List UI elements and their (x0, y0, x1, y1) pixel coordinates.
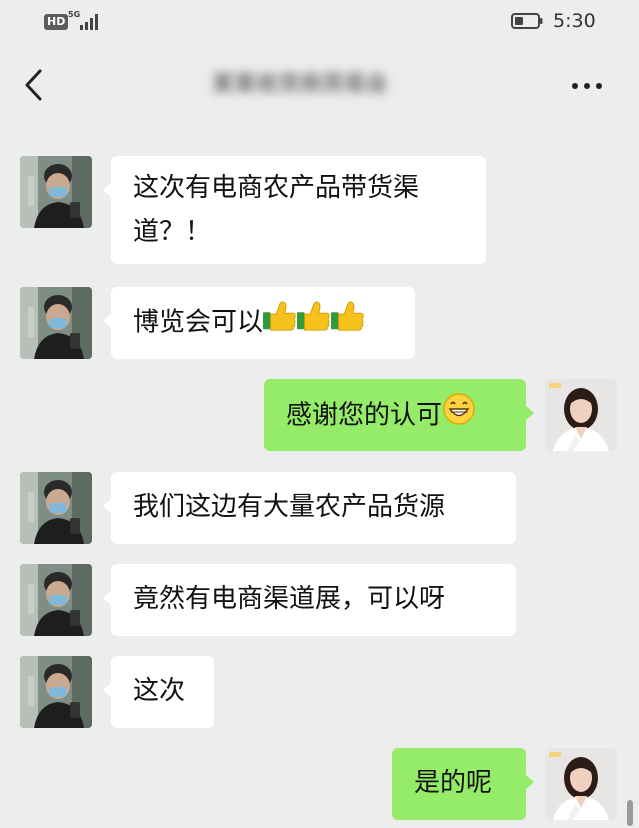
chat-header: 某某收货商贸易会 (0, 44, 639, 124)
message-bubble[interactable]: 这次 (103, 656, 214, 728)
message-bubble[interactable]: 是的呢 (392, 748, 534, 820)
clock: 5:30 (553, 10, 596, 32)
message-text: 是的呢 (414, 768, 493, 798)
my-avatar[interactable] (545, 748, 617, 820)
back-arrow-icon[interactable] (22, 68, 46, 102)
message-text: 道？！ (133, 217, 212, 247)
thumbs-up-icon (262, 300, 297, 346)
contact-avatar[interactable] (20, 656, 92, 728)
more-options-icon[interactable] (570, 80, 604, 92)
thumbs-up-icon (296, 300, 331, 346)
network-type: 5G (68, 10, 81, 19)
message-bubble[interactable]: 博览会可以 (103, 287, 415, 359)
message-bubble[interactable]: 感谢您的认可 (264, 379, 534, 451)
message-text: 我们这边有大量农产品货源 (133, 492, 446, 522)
status-bar: HD 5G 5:30 (0, 0, 639, 44)
contact-avatar[interactable] (20, 472, 92, 544)
thumbs-up-icon (330, 300, 365, 346)
message-text: 博览会可以 (133, 307, 264, 338)
message-bubble[interactable]: 我们这边有大量农产品货源 (103, 472, 516, 544)
contact-avatar[interactable] (20, 564, 92, 636)
message-text: 竟然有电商渠道展，可以呀 (133, 584, 446, 614)
battery-icon (511, 13, 543, 29)
grin-icon (442, 392, 476, 440)
message-bubble[interactable]: 竟然有电商渠道展，可以呀 (103, 564, 516, 636)
chat-title: 某某收货商贸易会 (212, 72, 389, 97)
hd-badge: HD (44, 14, 69, 30)
scrollbar[interactable] (627, 800, 633, 826)
contact-avatar[interactable] (20, 287, 92, 359)
message-text: 这次 (133, 676, 186, 706)
my-avatar[interactable] (545, 379, 617, 451)
message-text: 这次有电商农产品带货渠 (133, 173, 420, 203)
message-bubble[interactable]: 这次有电商农产品带货渠 道？！ (103, 156, 486, 264)
contact-avatar[interactable] (20, 156, 92, 228)
message-text: 感谢您的认可 (286, 400, 443, 431)
signal-icon: 5G (68, 10, 102, 32)
